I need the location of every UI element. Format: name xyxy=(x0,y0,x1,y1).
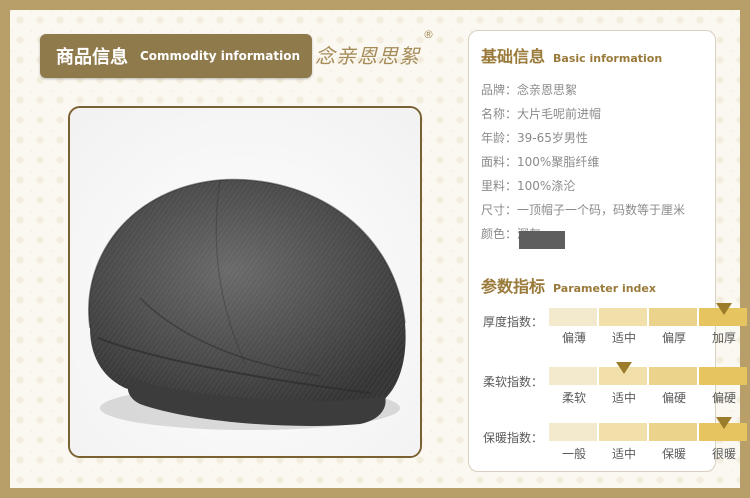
bar-segment xyxy=(699,367,747,385)
registered-mark: ® xyxy=(423,28,434,41)
bar-segment xyxy=(599,423,647,441)
info-row-fabric: 面料：100%聚脂纤维 xyxy=(481,153,599,170)
info-key: 名称： xyxy=(481,107,518,121)
param-scale-softness: 柔软 适中 偏硬 偏硬 xyxy=(549,389,749,406)
bar-segment xyxy=(549,308,597,326)
bar-segment xyxy=(549,423,597,441)
info-value: 一顶帽子一个码，码数等于厘米 xyxy=(517,203,686,217)
info-value: 39-65岁男性 xyxy=(517,131,588,145)
color-swatch xyxy=(519,231,565,249)
section-header-tab: 商品信息 Commodity information xyxy=(40,34,312,78)
info-key: 颜色： xyxy=(481,227,518,241)
info-row-brand: 品牌：念亲恩思絮 xyxy=(481,81,577,98)
info-value: 大片毛呢前进帽 xyxy=(517,107,602,121)
param-label-softness: 柔软指数： xyxy=(483,375,544,389)
param-marker-thickness xyxy=(716,303,732,315)
scale-label: 适中 xyxy=(611,331,636,345)
bar-segment xyxy=(549,367,597,385)
bar-segment xyxy=(599,308,647,326)
scale-label: 适中 xyxy=(611,447,636,461)
param-label-warmth: 保暖指数： xyxy=(483,431,544,445)
scale-label: 柔软 xyxy=(561,391,586,405)
bar-segment xyxy=(649,423,697,441)
basic-info-title: 基础信息 Basic information xyxy=(481,43,662,67)
info-row-lining: 里料：100%涤沦 xyxy=(481,177,575,194)
param-marker-warmth xyxy=(716,417,732,429)
parameter-title-en: Parameter index xyxy=(553,282,656,295)
info-key: 尺寸： xyxy=(481,203,518,217)
scale-label: 一般 xyxy=(561,447,586,461)
param-scale-thickness: 偏薄 适中 偏厚 加厚 xyxy=(549,329,749,346)
product-image-card xyxy=(68,106,422,458)
info-key: 年龄： xyxy=(481,131,518,145)
info-key: 里料： xyxy=(481,179,518,193)
basic-info-title-en: Basic information xyxy=(553,52,663,65)
scale-label: 偏薄 xyxy=(561,331,586,345)
scale-label: 保暖 xyxy=(661,447,686,461)
scale-label: 适中 xyxy=(611,391,636,405)
section-title-en: Commodity information xyxy=(140,49,301,63)
scale-label: 偏硬 xyxy=(711,391,736,405)
info-row-name: 名称：大片毛呢前进帽 xyxy=(481,105,601,122)
scale-label: 很暖 xyxy=(711,447,736,461)
scale-label: 偏厚 xyxy=(661,331,686,345)
info-panel: 基础信息 Basic information 品牌：念亲恩思絮 名称：大片毛呢前… xyxy=(468,30,747,472)
info-key: 品牌： xyxy=(481,83,518,97)
param-label-thickness: 厚度指数： xyxy=(483,315,544,329)
param-scale-warmth: 一般 适中 保暖 很暖 xyxy=(549,445,749,462)
parameter-title-cn: 参数指标 xyxy=(481,277,546,296)
info-value: 100%聚脂纤维 xyxy=(517,155,600,169)
scale-label: 偏硬 xyxy=(661,391,686,405)
bar-segment xyxy=(649,367,697,385)
info-row-age: 年龄：39-65岁男性 xyxy=(481,129,588,146)
info-row-size: 尺寸：一顶帽子一个码，码数等于厘米 xyxy=(481,201,685,218)
info-value: 100%涤沦 xyxy=(517,179,576,193)
section-title-cn: 商品信息 xyxy=(56,47,128,68)
parameter-title: 参数指标 Parameter index xyxy=(481,273,656,297)
brand-logo: 念亲恩思絮 xyxy=(315,44,420,68)
bar-segment xyxy=(649,308,697,326)
param-marker-softness xyxy=(616,362,632,374)
page-frame: 商品信息 Commodity information 念亲恩思絮 ® 基础信息 … xyxy=(10,10,747,488)
info-key: 面料： xyxy=(481,155,518,169)
param-bar-softness xyxy=(549,367,749,385)
basic-info-title-cn: 基础信息 xyxy=(481,47,546,66)
product-photo xyxy=(70,108,420,456)
scale-label: 加厚 xyxy=(711,331,736,345)
info-value: 念亲恩思絮 xyxy=(517,83,578,97)
